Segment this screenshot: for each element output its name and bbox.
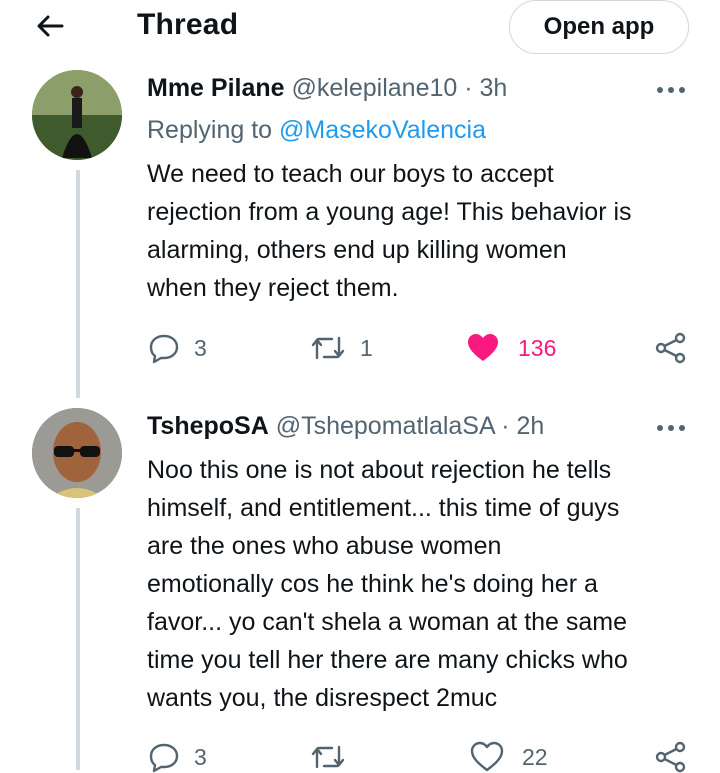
tweet-text-line: are the ones who abuse women	[147, 532, 502, 560]
retweet-count: 1	[360, 334, 373, 361]
like-button[interactable]: 136	[466, 332, 556, 364]
user-handle[interactable]: @TshepomatlalaSA	[276, 412, 495, 440]
timestamp[interactable]: · 3h	[464, 74, 507, 102]
reply-button[interactable]: 3	[148, 741, 207, 773]
more-icon[interactable]	[655, 418, 687, 438]
tweet-text-line: alarming, others end up killing women	[147, 236, 567, 264]
tweet-text-line: rejection from a young age! This behavio…	[147, 198, 632, 226]
tweet-header: TshepoSA @TshepomatlalaSA · 2h	[147, 412, 544, 441]
like-button[interactable]: 22	[470, 741, 548, 773]
retweet-button[interactable]: 1	[310, 332, 373, 364]
thread-line	[76, 170, 80, 398]
reply-icon	[149, 334, 179, 364]
mention-link[interactable]: @MasekoValencia	[279, 116, 486, 144]
avatar-photo	[32, 408, 122, 498]
tweet-text-line: himself, and entitlement... this time of…	[147, 494, 620, 522]
back-arrow-icon[interactable]	[34, 10, 66, 42]
timestamp[interactable]: · 2h	[501, 412, 544, 440]
avatar[interactable]	[32, 70, 122, 160]
share-icon	[655, 332, 686, 364]
replying-to: Replying to @MasekoValencia	[147, 116, 486, 145]
reply-icon	[149, 743, 179, 773]
avatar-photo	[32, 70, 122, 160]
reply-count: 3	[194, 334, 207, 361]
thread-line	[76, 508, 80, 770]
heart-icon	[468, 334, 498, 361]
reply-button[interactable]: 3	[148, 332, 207, 364]
tweet-text-line: favor... yo can't shela a woman at the s…	[147, 608, 628, 636]
share-icon	[655, 741, 686, 773]
tweet-header: Mme Pilane @kelepilane10 · 3h	[147, 74, 507, 103]
like-count: 22	[522, 743, 548, 770]
share-button[interactable]	[655, 741, 687, 773]
tweet-text-line: Noo this one is not about rejection he t…	[147, 456, 612, 484]
page-title: Thread	[137, 8, 239, 41]
tweet-text-line: We need to teach our boys to accept	[147, 160, 554, 188]
like-count: 136	[518, 334, 557, 361]
user-handle[interactable]: @kelepilane10	[292, 74, 458, 102]
tweet-text-line: emotionally cos he think he's doing her …	[147, 570, 598, 598]
more-icon[interactable]	[655, 80, 687, 100]
tweet-text-line: when they reject them.	[147, 274, 399, 302]
tweet-text: Noo this one is not about rejection he t…	[147, 451, 707, 717]
top-bar: Thread Open app	[0, 0, 720, 56]
retweet-icon	[311, 336, 345, 360]
replying-to-label: Replying to	[147, 116, 273, 144]
retweet-icon	[311, 745, 345, 769]
retweet-button[interactable]	[310, 741, 360, 773]
display-name[interactable]: TshepoSA	[147, 412, 269, 440]
tweet-text-line: wants you, the disrespect 2muc	[147, 684, 498, 712]
heart-icon	[470, 741, 504, 772]
share-button[interactable]	[655, 332, 687, 364]
avatar[interactable]	[32, 408, 122, 498]
reply-count: 3	[194, 743, 207, 770]
display-name[interactable]: Mme Pilane	[147, 74, 285, 102]
tweet-text-line: time you tell her there are many chicks …	[147, 646, 628, 674]
tweet-text: We need to teach our boys to accept reje…	[147, 155, 707, 307]
open-app-button[interactable]: Open app	[509, 0, 689, 54]
